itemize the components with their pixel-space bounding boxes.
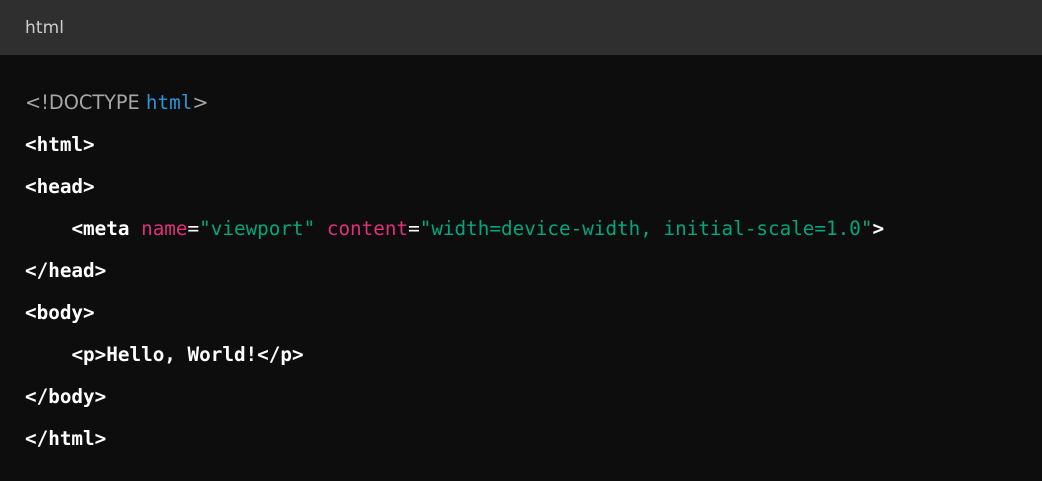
code-line-5: </head> [25,250,106,292]
code-line-1: <!DOCTYPE html> [25,82,208,124]
code-block-header: html [0,0,1042,55]
meta-tag-close: > [872,217,885,240]
code-line-6: <body> [25,292,95,334]
html-close-tag: </html> [25,427,107,450]
code-line-2: <html> [25,124,95,166]
head-close-tag: </head> [25,259,107,282]
html-open-tag: <html> [25,133,95,156]
doctype-close: > [192,91,209,114]
paragraph-element: <p>Hello, World!</p> [71,343,304,366]
code-line-7: <p>Hello, World!</p> [25,334,304,376]
attr-content: content [326,217,409,240]
code-line-3: <head> [25,166,95,208]
attr-value-viewport: "viewport" [199,217,316,240]
body-close-tag: </body> [25,385,107,408]
doctype-keyword: html [145,91,193,114]
attr-equals: = [187,217,200,240]
meta-tag-open: <meta [71,217,142,240]
body-open-tag: <body> [25,301,95,324]
code-line-8: </body> [25,376,106,418]
head-open-tag: <head> [25,175,95,198]
code-block: html <!DOCTYPE html> <html> <head> <meta… [0,0,1042,481]
attr-value-content: "width=device-width, initial-scale=1.0" [419,217,873,240]
doctype-open: <!DOCTYPE [25,91,146,114]
attr-equals: = [408,217,420,240]
code-line-4: <meta name="viewport" content="width=dev… [25,208,884,250]
language-label: html [25,17,65,38]
code-line-9: </html> [25,418,106,460]
attr-name: name [141,217,188,240]
code-content[interactable]: <!DOCTYPE html> <html> <head> <meta name… [0,55,1042,450]
